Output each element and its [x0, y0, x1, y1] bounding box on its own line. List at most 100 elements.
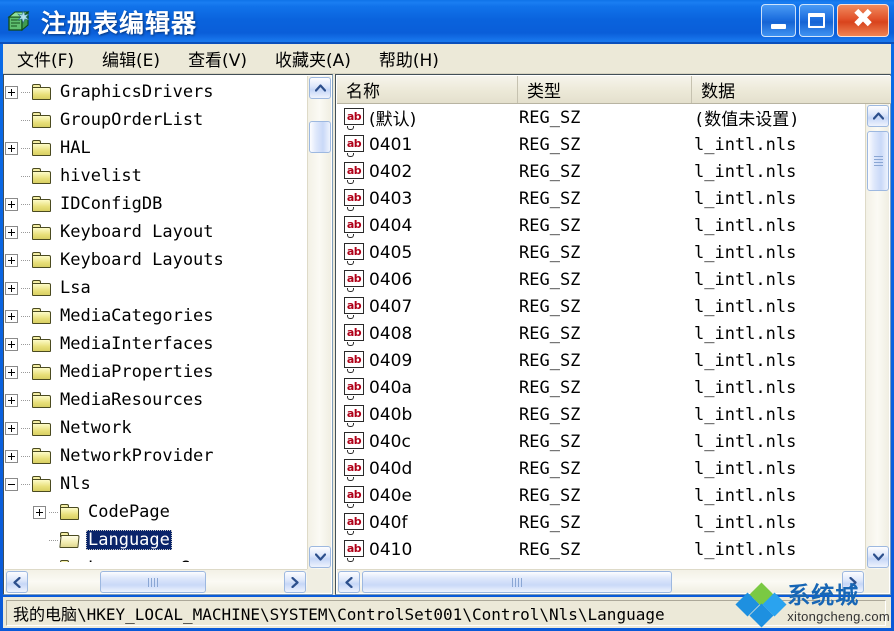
value-row[interactable]: ab 040b REG_SZ l_intl.nls — [337, 401, 855, 428]
tree-scroll-thumb[interactable] — [309, 121, 331, 153]
value-row[interactable]: ab 040f REG_SZ l_intl.nls — [337, 509, 855, 536]
tree-connector-line — [21, 203, 30, 205]
value-row[interactable]: ab 0404 REG_SZ l_intl.nls — [337, 212, 855, 239]
tree-item-hal[interactable]: HAL — [5, 134, 297, 162]
column-type[interactable]: 类型 — [518, 76, 693, 103]
menu-edit[interactable]: 编辑(E) — [88, 44, 174, 73]
tree-collapse-icon[interactable] — [5, 477, 18, 491]
tree-scroll-right-button[interactable] — [284, 571, 306, 593]
list-scroll-thumb[interactable] — [867, 131, 889, 191]
tree-connector-line — [21, 315, 30, 317]
tree-expand-icon[interactable] — [5, 309, 18, 323]
tree-item-mediaproperties[interactable]: MediaProperties — [5, 358, 297, 386]
list-horizontal-scrollbar[interactable] — [337, 569, 865, 593]
tree-expand-icon[interactable] — [5, 365, 18, 379]
tree-vertical-scrollbar[interactable] — [307, 76, 331, 569]
list-scroll-left-button[interactable] — [338, 571, 360, 593]
maximize-button[interactable] — [799, 4, 834, 37]
tree-item-language-groups[interactable]: Language Groups — [5, 554, 297, 562]
tree-scroll-down-button[interactable] — [309, 546, 331, 568]
list-scroll-down-button[interactable] — [867, 546, 889, 568]
value-name-cell: 040b — [369, 404, 413, 425]
tree-scroll-left-button[interactable] — [6, 571, 28, 593]
string-value-icon: ab — [344, 108, 366, 130]
tree-item-mediainterfaces[interactable]: MediaInterfaces — [5, 330, 297, 358]
tree-list: GraphicsDrivers GroupOrderList HAL hivelist… — [5, 76, 297, 562]
value-row[interactable]: ab 0402 REG_SZ l_intl.nls — [337, 158, 855, 185]
value-type-cell: REG_SZ — [519, 161, 581, 182]
value-row[interactable]: ab 0410 REG_SZ l_intl.nls — [337, 536, 855, 562]
tree-item-idconfigdb[interactable]: IDConfigDB — [5, 190, 297, 218]
title-bar[interactable]: 注册表编辑器 ✖ — [0, 0, 894, 44]
tree-item-graphicsdrivers[interactable]: GraphicsDrivers — [5, 78, 297, 106]
value-row[interactable]: ab 0407 REG_SZ l_intl.nls — [337, 293, 855, 320]
tree-item-mediaresources[interactable]: MediaResources — [5, 386, 297, 414]
list-scroll-right-button[interactable] — [842, 571, 864, 593]
menu-favorites[interactable]: 收藏夹(A) — [261, 44, 365, 73]
list-scroll-viewport[interactable]: ab (默认) REG_SZ (数值未设置) ab 0401 REG_SZ l_intl.nl… — [337, 104, 855, 562]
tree-item-networkprovider[interactable]: NetworkProvider — [5, 442, 297, 470]
value-type-cell: REG_SZ — [519, 215, 581, 236]
value-row[interactable]: ab 0403 REG_SZ l_intl.nls — [337, 185, 855, 212]
tree-item-network[interactable]: Network — [5, 414, 297, 442]
tree-item-codepage[interactable]: CodePage — [5, 498, 297, 526]
value-name-cell: 0403 — [369, 188, 413, 209]
grip-lines-icon — [512, 577, 522, 587]
tree-expand-icon[interactable] — [33, 505, 46, 519]
tree-expand-icon[interactable] — [5, 225, 18, 239]
tree-connector-line — [21, 427, 30, 429]
value-row[interactable]: ab 0408 REG_SZ l_intl.nls — [337, 320, 855, 347]
tree-expand-icon[interactable] — [5, 253, 18, 267]
tree-item-nls[interactable]: Nls — [5, 470, 297, 498]
tree-expand-icon[interactable] — [5, 85, 18, 99]
tree-item-label: MediaInterfaces — [60, 334, 214, 354]
tree-expand-icon[interactable] — [5, 337, 18, 351]
folder-icon — [32, 224, 52, 240]
value-row[interactable]: ab 0405 REG_SZ l_intl.nls — [337, 239, 855, 266]
value-type-cell: REG_SZ — [519, 296, 581, 317]
close-button[interactable]: ✖ — [837, 4, 889, 37]
menu-file[interactable]: 文件(F) — [3, 44, 88, 73]
tree-item-grouporderlist[interactable]: GroupOrderList — [5, 106, 297, 134]
value-row[interactable]: ab 0409 REG_SZ l_intl.nls — [337, 347, 855, 374]
tree-scroll-up-button[interactable] — [309, 77, 331, 99]
tree-hscroll-thumb[interactable] — [100, 571, 206, 593]
tree-scroll-viewport[interactable]: GraphicsDrivers GroupOrderList HAL hivelist… — [5, 76, 297, 562]
value-row[interactable]: ab 040e REG_SZ l_intl.nls — [337, 482, 855, 509]
value-row[interactable]: ab (默认) REG_SZ (数值未设置) — [337, 104, 855, 131]
value-row[interactable]: ab 0406 REG_SZ l_intl.nls — [337, 266, 855, 293]
tree-expand-icon[interactable] — [5, 449, 18, 463]
value-data-cell: l_intl.nls — [694, 404, 797, 425]
value-data-cell: l_intl.nls — [694, 161, 797, 182]
tree-expand-icon[interactable] — [5, 421, 18, 435]
tree-item-mediacategories[interactable]: MediaCategories — [5, 302, 297, 330]
string-value-icon: ab — [344, 486, 366, 508]
tree-connector-line — [21, 175, 30, 177]
value-row[interactable]: ab 040c REG_SZ l_intl.nls — [337, 428, 855, 455]
string-value-icon: ab — [344, 135, 366, 157]
minimize-button[interactable] — [761, 4, 796, 37]
column-name[interactable]: 名称 — [337, 76, 519, 103]
value-row[interactable]: ab 040d REG_SZ l_intl.nls — [337, 455, 855, 482]
tree-scroll-corner — [307, 569, 331, 593]
tree-item-keyboard-layout[interactable]: Keyboard Layout — [5, 218, 297, 246]
value-row[interactable]: ab 040a REG_SZ l_intl.nls — [337, 374, 855, 401]
list-hscroll-thumb[interactable] — [362, 571, 672, 593]
menu-help[interactable]: 帮助(H) — [365, 44, 453, 73]
tree-item-keyboard-layouts[interactable]: Keyboard Layouts — [5, 246, 297, 274]
tree-expand-icon[interactable] — [5, 141, 18, 155]
tree-expand-icon[interactable] — [5, 281, 18, 295]
tree-item-lsa[interactable]: Lsa — [5, 274, 297, 302]
tree-item-hivelist[interactable]: hivelist — [5, 162, 297, 190]
value-row[interactable]: ab 0401 REG_SZ l_intl.nls — [337, 131, 855, 158]
menu-view[interactable]: 查看(V) — [174, 44, 261, 73]
list-scroll-up-button[interactable] — [867, 105, 889, 127]
column-data[interactable]: 数据 — [692, 76, 891, 103]
tree-expand-icon[interactable] — [5, 393, 18, 407]
tree-expand-icon[interactable] — [5, 197, 18, 211]
list-vertical-scrollbar[interactable] — [865, 104, 889, 569]
tree-item-label: Keyboard Layout — [60, 222, 214, 242]
tree-horizontal-scrollbar[interactable] — [5, 569, 307, 593]
tree-item-language[interactable]: Language — [5, 526, 297, 554]
menu-bar: 文件(F) 编辑(E) 查看(V) 收藏夹(A) 帮助(H) — [3, 44, 891, 74]
